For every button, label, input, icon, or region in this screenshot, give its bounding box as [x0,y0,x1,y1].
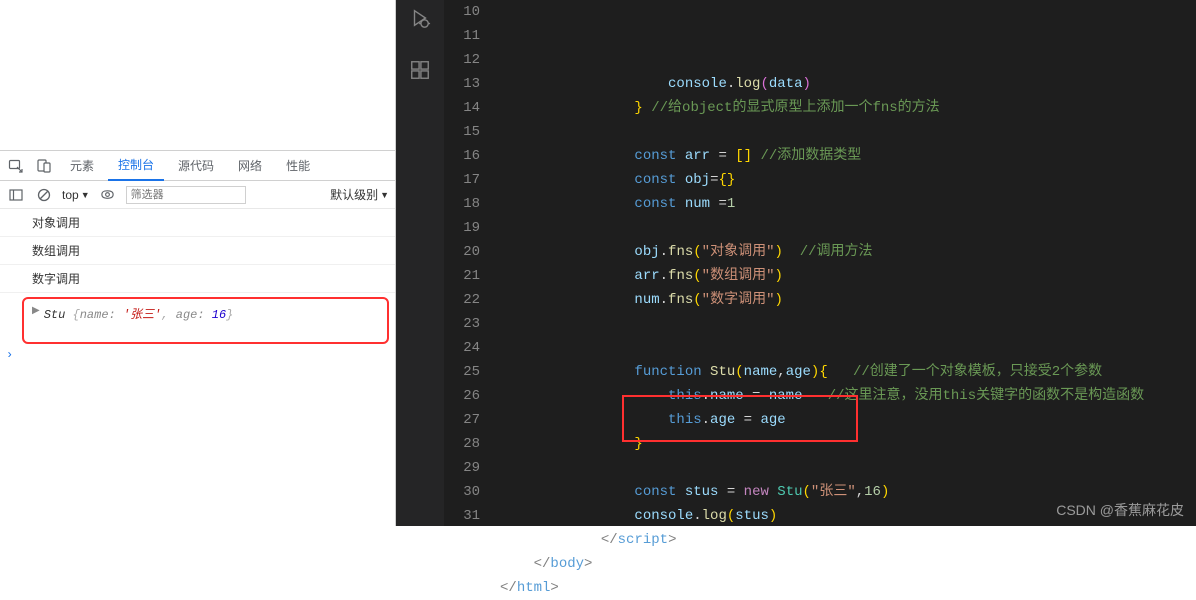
console-log-row[interactable]: 数组调用 [0,237,395,265]
editor-surface[interactable]: 1011121314151617181920212223242526272829… [444,0,1196,526]
console-toolbar: top ▼ 默认级别 ▼ [0,181,395,209]
line-gutter: 1011121314151617181920212223242526272829… [444,0,500,526]
devtools-panel: 元素 控制台 源代码 网络 性能 top ▼ 默认级别 ▼ 对象调用 数组调用 … [0,0,396,526]
chevron-down-icon: ▼ [81,190,90,200]
tab-elements[interactable]: 元素 [60,151,104,181]
code-editor: 1011121314151617181920212223242526272829… [396,0,1196,526]
extensions-icon[interactable] [396,52,444,88]
console-output: 对象调用 数组调用 数字调用 ▶ Stu {name: '张三', age: 1… [0,209,395,526]
devtools-tab-bar: 元素 控制台 源代码 网络 性能 [0,151,395,181]
tab-performance[interactable]: 性能 [276,151,320,181]
expand-arrow-icon[interactable]: ▶ [32,305,40,317]
chevron-down-icon: ▼ [380,190,389,200]
tab-console[interactable]: 控制台 [108,151,164,181]
object-class: Stu [44,308,66,322]
filter-input[interactable] [126,186,246,204]
tab-network[interactable]: 网络 [228,151,272,181]
code-content[interactable]: console.log(data) } //给object的显式原型上添加一个f… [500,0,1196,526]
tab-sources[interactable]: 源代码 [168,151,224,181]
console-object-log[interactable]: ▶ Stu {name: '张三', age: 16} [22,297,389,344]
device-toggle-icon[interactable] [32,154,56,178]
inspect-icon[interactable] [4,154,28,178]
activity-bar [396,0,444,526]
console-log-row[interactable]: 数字调用 [0,265,395,293]
run-debug-icon[interactable] [396,0,444,36]
console-prompt[interactable]: › [0,344,395,366]
level-label: 默认级别 [330,186,378,203]
watermark-text: CSDN @香蕉麻花皮 [1056,500,1184,520]
clear-console-icon[interactable] [34,185,54,205]
devtools-preview-pane [0,0,395,151]
live-expression-icon[interactable] [98,185,118,205]
log-level-selector[interactable]: 默认级别 ▼ [330,186,389,203]
context-selector[interactable]: top ▼ [62,188,90,202]
console-sidebar-icon[interactable] [6,185,26,205]
context-label: top [62,188,79,202]
console-log-row[interactable]: 对象调用 [0,209,395,237]
